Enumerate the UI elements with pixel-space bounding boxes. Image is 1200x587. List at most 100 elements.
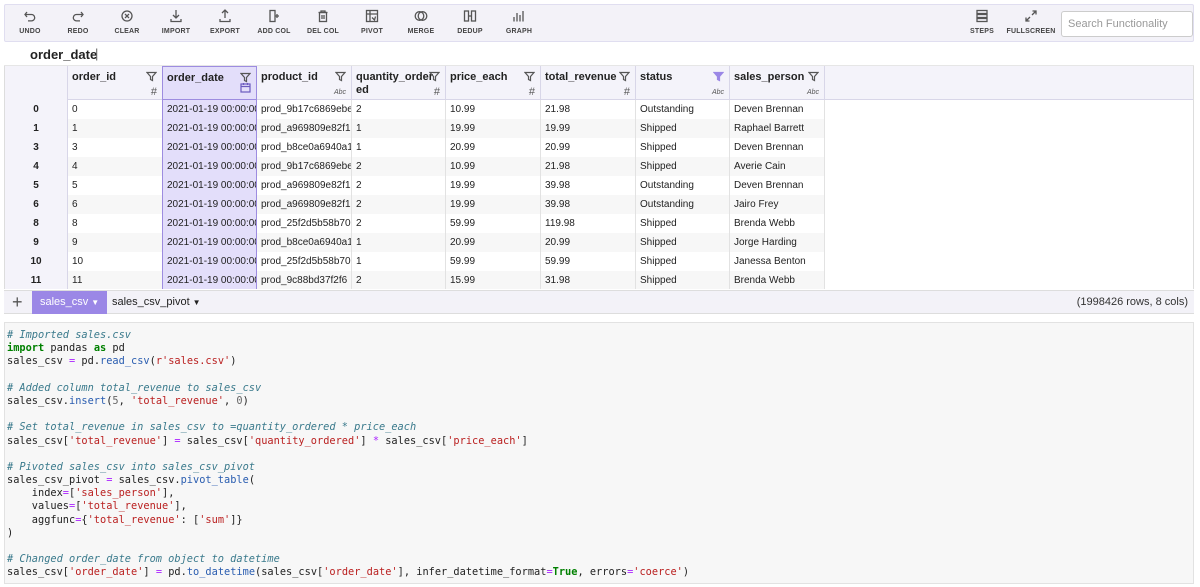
table-cell[interactable]: Jorge Harding xyxy=(730,233,825,252)
table-cell[interactable]: 19.99 xyxy=(446,195,541,214)
table-cell[interactable]: 0 xyxy=(68,100,163,119)
export-button[interactable]: EXPORT xyxy=(203,9,247,41)
table-cell[interactable]: 19.99 xyxy=(541,119,636,138)
table-cell[interactable]: 59.99 xyxy=(446,214,541,233)
table-cell[interactable]: prod_25f2d5b58b70 xyxy=(257,252,352,271)
steps-button[interactable]: STEPS xyxy=(960,9,1004,41)
table-cell[interactable]: prod_a969809e82f1 xyxy=(257,119,352,138)
table-cell[interactable]: 2021-01-19 00:00:00 xyxy=(162,233,257,252)
table-cell[interactable]: 3 xyxy=(68,138,163,157)
table-cell[interactable]: 59.99 xyxy=(541,252,636,271)
table-cell[interactable]: 20.99 xyxy=(541,233,636,252)
table-cell[interactable]: 2021-01-19 00:00:00 xyxy=(162,252,257,271)
table-cell[interactable]: 2021-01-19 00:00:00 xyxy=(162,119,257,138)
column-header-status[interactable]: status Abc xyxy=(636,66,730,100)
table-cell[interactable]: 2 xyxy=(352,195,446,214)
pivot-button[interactable]: PIVOT xyxy=(350,9,394,41)
table-cell[interactable]: 1 xyxy=(352,233,446,252)
filter-icon[interactable] xyxy=(428,69,441,82)
table-cell[interactable]: 119.98 xyxy=(541,214,636,233)
table-cell[interactable]: Jairo Frey xyxy=(730,195,825,214)
table-cell[interactable]: 10.99 xyxy=(446,157,541,176)
filter-active-icon[interactable] xyxy=(712,69,725,82)
filter-icon[interactable] xyxy=(807,69,820,82)
redo-button[interactable]: REDO xyxy=(56,9,100,41)
filter-icon[interactable] xyxy=(334,69,347,82)
table-cell[interactable]: 2021-01-19 00:00:00 xyxy=(162,214,257,233)
table-cell[interactable]: 19.99 xyxy=(446,176,541,195)
table-cell[interactable]: 1 xyxy=(68,119,163,138)
table-cell[interactable]: 20.99 xyxy=(446,233,541,252)
import-button[interactable]: IMPORT xyxy=(154,9,198,41)
clear-button[interactable]: CLEAR xyxy=(105,9,149,41)
tab-sales-csv[interactable]: sales_csv ▼ xyxy=(32,291,108,314)
add-col-button[interactable]: ADD COL xyxy=(252,9,296,41)
table-cell[interactable]: prod_9b17c6869ebe xyxy=(257,157,352,176)
column-header-order-date[interactable]: order_date xyxy=(162,66,257,100)
table-cell[interactable]: 20.99 xyxy=(446,138,541,157)
table-cell[interactable]: 9 xyxy=(68,233,163,252)
table-cell[interactable]: Raphael Barrett xyxy=(730,119,825,138)
table-cell[interactable]: Shipped xyxy=(636,214,730,233)
undo-button[interactable]: UNDO xyxy=(8,9,52,41)
table-cell[interactable]: 21.98 xyxy=(541,100,636,119)
table-cell[interactable]: 1 xyxy=(352,252,446,271)
table-cell[interactable]: Deven Brennan xyxy=(730,176,825,195)
table-cell[interactable]: 2 xyxy=(352,214,446,233)
table-cell[interactable]: Deven Brennan xyxy=(730,100,825,119)
table-cell[interactable]: 20.99 xyxy=(541,138,636,157)
table-cell[interactable]: 2021-01-19 00:00:00 xyxy=(162,100,257,119)
generated-code-panel[interactable]: # Imported sales.csv import pandas as pd s… xyxy=(4,322,1194,584)
table-cell[interactable]: Outstanding xyxy=(636,195,730,214)
table-cell[interactable]: 10.99 xyxy=(446,100,541,119)
table-cell[interactable]: Outstanding xyxy=(636,176,730,195)
table-cell[interactable]: 31.98 xyxy=(541,271,636,289)
table-cell[interactable]: Janessa Benton xyxy=(730,252,825,271)
table-cell[interactable]: Shipped xyxy=(636,252,730,271)
table-cell[interactable]: 2021-01-19 00:00:00 xyxy=(162,157,257,176)
table-cell[interactable]: 19.99 xyxy=(446,119,541,138)
table-cell[interactable]: prod_a969809e82f1 xyxy=(257,195,352,214)
column-header-price-each[interactable]: price_each # xyxy=(446,66,541,100)
table-cell[interactable]: prod_9c88bd37f2f6 xyxy=(257,271,352,289)
table-cell[interactable]: 4 xyxy=(68,157,163,176)
table-cell[interactable]: Shipped xyxy=(636,119,730,138)
table-cell[interactable]: Deven Brennan xyxy=(730,138,825,157)
table-cell[interactable]: 2 xyxy=(352,271,446,289)
table-cell[interactable]: prod_a969809e82f1 xyxy=(257,176,352,195)
merge-button[interactable]: MERGE xyxy=(399,9,443,41)
filter-icon[interactable] xyxy=(145,69,158,82)
table-cell[interactable]: 2021-01-19 00:00:00 xyxy=(162,195,257,214)
filter-icon[interactable] xyxy=(523,69,536,82)
filter-icon[interactable] xyxy=(618,69,631,82)
table-cell[interactable]: 2021-01-19 00:00:00 xyxy=(162,138,257,157)
table-cell[interactable]: prod_25f2d5b58b70 xyxy=(257,214,352,233)
dedup-button[interactable]: DEDUP xyxy=(448,9,492,41)
table-cell[interactable]: Brenda Webb xyxy=(730,271,825,289)
table-cell[interactable]: 15.99 xyxy=(446,271,541,289)
table-cell[interactable]: 11 xyxy=(68,271,163,289)
table-cell[interactable]: 6 xyxy=(68,195,163,214)
column-header-total-revenue[interactable]: total_revenue # xyxy=(541,66,636,100)
fullscreen-button[interactable]: FULLSCREEN xyxy=(1006,9,1055,41)
table-cell[interactable]: prod_b8ce0a6940a1 xyxy=(257,138,352,157)
column-header-quantity-ordered[interactable]: quantity_order ed # xyxy=(352,66,446,100)
table-cell[interactable]: Averie Cain xyxy=(730,157,825,176)
graph-button[interactable]: GRAPH xyxy=(497,9,541,41)
table-cell[interactable]: 2 xyxy=(352,157,446,176)
table-cell[interactable]: 39.98 xyxy=(541,176,636,195)
table-cell[interactable]: Shipped xyxy=(636,271,730,289)
table-cell[interactable]: Outstanding xyxy=(636,100,730,119)
table-cell[interactable]: Shipped xyxy=(636,233,730,252)
table-cell[interactable]: 8 xyxy=(68,214,163,233)
table-cell[interactable]: prod_b8ce0a6940a1 xyxy=(257,233,352,252)
filter-icon[interactable] xyxy=(239,70,252,83)
table-cell[interactable]: 2021-01-19 00:00:00 xyxy=(162,271,257,289)
table-cell[interactable]: 10 xyxy=(68,252,163,271)
add-sheet-button[interactable]: + xyxy=(12,292,23,312)
table-cell[interactable]: 2021-01-19 00:00:00 xyxy=(162,176,257,195)
table-cell[interactable]: 2 xyxy=(352,176,446,195)
table-cell[interactable]: 2 xyxy=(352,100,446,119)
table-cell[interactable]: prod_9b17c6869ebe xyxy=(257,100,352,119)
table-cell[interactable]: 1 xyxy=(352,138,446,157)
